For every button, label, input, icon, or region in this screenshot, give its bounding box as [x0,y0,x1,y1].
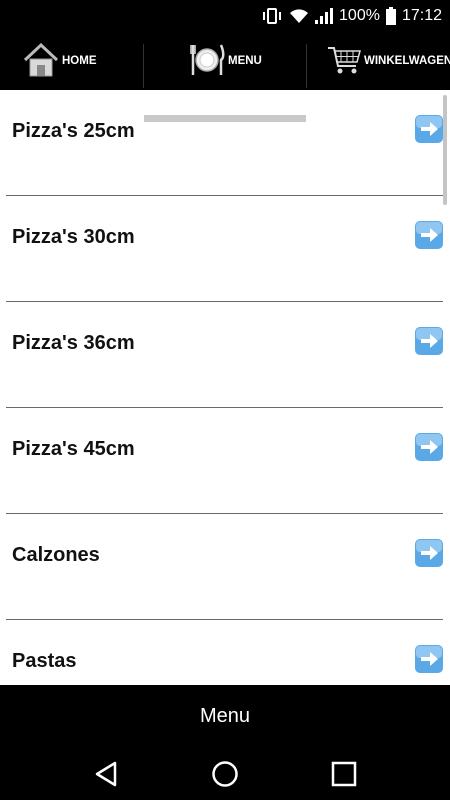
tab-menu[interactable]: MENU [188,32,262,90]
recent-apps-button[interactable] [326,758,362,794]
plate-cutlery-icon [188,42,226,81]
scrollbar[interactable] [443,95,447,205]
back-triangle-icon [93,760,119,793]
list-item[interactable]: Pizza's 25cm [6,90,443,196]
status-bar: 100% 17:12 [0,0,450,32]
tab-winkelwagen[interactable]: WINKELWAGEN [326,32,450,90]
menu-category-list[interactable]: Pizza's 25cm Pizza's 30cm Pizza's 36cm P… [0,90,450,685]
list-item[interactable]: Calzones [6,514,443,620]
shopping-cart-icon [326,42,362,81]
list-item-label: Calzones [12,544,100,566]
arrow-right-icon[interactable] [415,539,443,567]
list-item-label: Pastas [12,650,77,672]
list-item-label: Pizza's 25cm [12,120,135,142]
top-nav: HOME MENU WINKELWAGEN [0,32,450,122]
battery-icon [385,7,396,25]
system-nav-bar [0,750,450,800]
arrow-right-icon[interactable] [415,221,443,249]
arrow-right-icon[interactable] [415,433,443,461]
home-circle-icon [211,760,239,793]
recent-square-icon [330,760,358,793]
arrow-right-icon[interactable] [415,327,443,355]
signal-icon [315,8,334,24]
back-button[interactable] [88,758,124,794]
list-item-label: Pizza's 36cm [12,332,135,354]
tab-divider [306,44,307,88]
tab-winkelwagen-label: WINKELWAGEN [364,55,450,67]
tab-divider [143,44,144,88]
battery-percent: 100% [339,7,380,24]
tab-home[interactable]: HOME [22,32,97,90]
tab-home-label: HOME [62,55,97,67]
arrow-right-icon[interactable] [415,115,443,143]
list-item-label: Pizza's 30cm [12,226,135,248]
bottom-bar-title: Menu [199,705,251,727]
list-item[interactable]: Pastas [6,620,443,685]
vibrate-icon [261,7,283,25]
wifi-icon [289,8,309,24]
arrow-right-icon[interactable] [415,645,443,673]
clock: 17:12 [401,7,442,24]
tab-menu-label: MENU [228,55,262,67]
list-item[interactable]: Pizza's 30cm [6,196,443,302]
list-item[interactable]: Pizza's 45cm [6,408,443,514]
list-item-label: Pizza's 45cm [12,438,135,460]
bottom-bar: Menu [0,685,450,750]
list-item[interactable]: Pizza's 36cm [6,302,443,408]
home-button[interactable] [207,758,243,794]
house-icon [22,42,60,81]
